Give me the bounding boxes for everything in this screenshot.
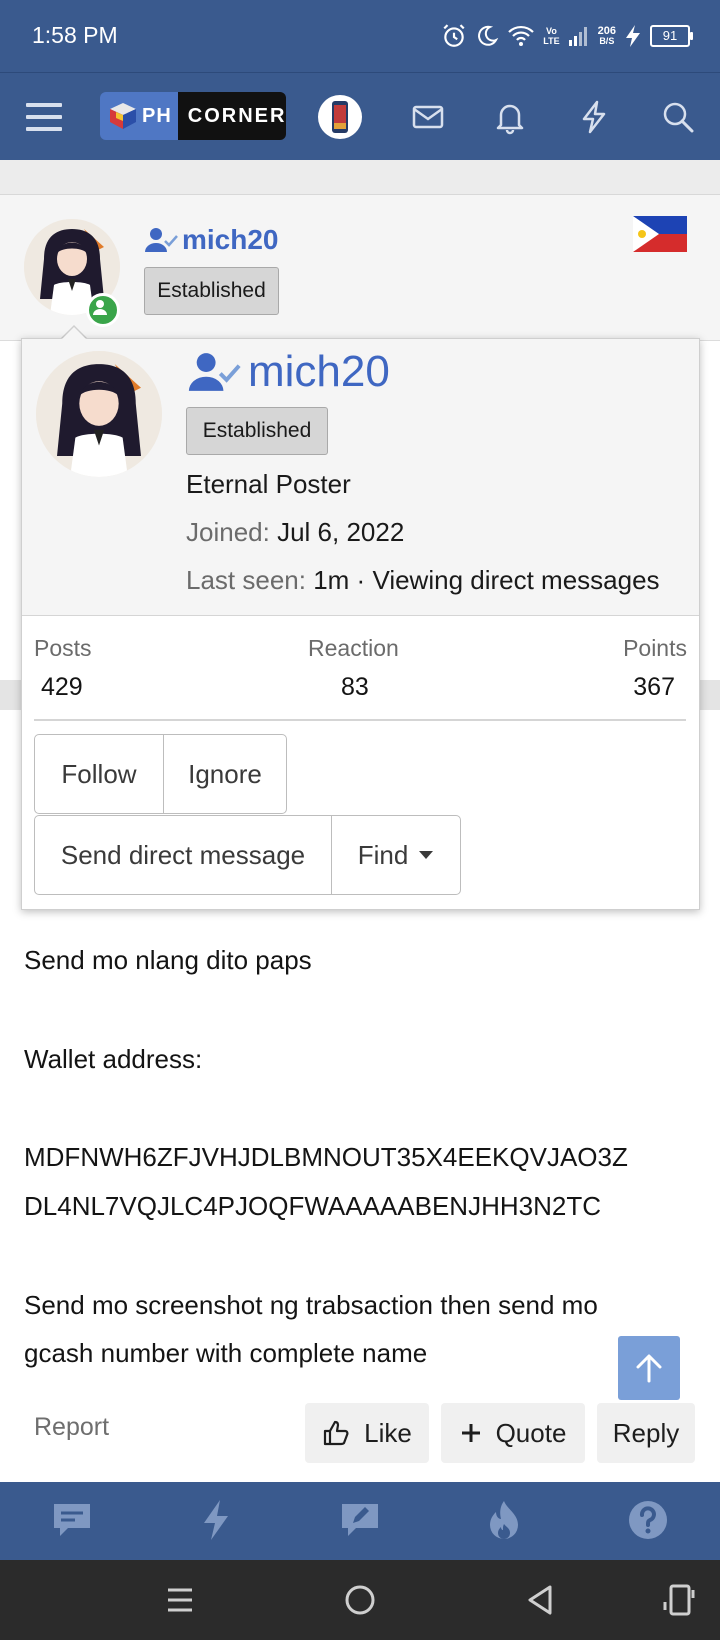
online-status-indicator xyxy=(86,293,120,327)
user-avatar[interactable] xyxy=(318,95,362,139)
signal-icon xyxy=(568,27,587,46)
logo-cube-icon xyxy=(110,103,136,129)
network-type: Vo LTE xyxy=(543,26,560,46)
tooltip-header: mich20 Established Eternal Poster Joined… xyxy=(22,339,699,616)
envelope-icon[interactable] xyxy=(410,99,446,135)
post-line-2: Wallet address: xyxy=(24,1044,203,1074)
find-label: Find xyxy=(357,839,409,870)
points-label: Points xyxy=(623,635,687,661)
reply-button[interactable]: Reply xyxy=(597,1403,695,1463)
tooltip-avatar[interactable] xyxy=(36,351,162,477)
back-icon[interactable] xyxy=(520,1580,560,1620)
points-value[interactable]: 367 xyxy=(633,673,675,702)
bell-icon[interactable] xyxy=(492,99,528,135)
status-icons: Vo LTE 206 B/S 91 xyxy=(441,20,693,52)
last-seen-info: Last seen: 1m · Viewing direct messages xyxy=(186,565,660,596)
tooltip-username-link[interactable]: mich20 xyxy=(186,347,390,397)
quote-button[interactable]: Quote xyxy=(441,1403,585,1463)
moon-icon xyxy=(478,25,499,46)
online-user-icon xyxy=(93,300,107,315)
android-navigation-bar xyxy=(0,1560,720,1640)
wifi-icon xyxy=(508,25,535,46)
member-tooltip: mich20 Established Eternal Poster Joined… xyxy=(21,338,700,910)
arrow-up-icon xyxy=(636,1354,662,1383)
menu-icon[interactable] xyxy=(24,97,64,137)
bottom-app-bar xyxy=(0,1482,720,1560)
chat-icon[interactable] xyxy=(50,1498,94,1542)
post-line-6: gcash number with complete name xyxy=(24,1338,428,1368)
find-button[interactable]: Find xyxy=(331,815,461,895)
tooltip-arrow-inner xyxy=(61,327,87,340)
user-check-icon xyxy=(188,353,241,391)
chevron-down-icon xyxy=(419,851,434,859)
joined-label: Joined: xyxy=(186,517,270,547)
post-line-1: Send mo nlang dito paps xyxy=(24,945,312,975)
logo-left: PH xyxy=(100,92,178,140)
rotate-screen-icon[interactable] xyxy=(660,1580,700,1620)
posts-label: Posts xyxy=(34,635,92,661)
report-link[interactable]: Report xyxy=(34,1413,109,1442)
user-title: Eternal Poster xyxy=(186,469,351,499)
ignore-button[interactable]: Ignore xyxy=(163,734,287,814)
last-seen-value: 1m · Viewing direct messages xyxy=(313,565,660,595)
search-icon[interactable] xyxy=(660,99,696,135)
post-line-4: DL4NL7VQJLC4PJOQFWAAAAABENJHH3N2TC xyxy=(24,1191,601,1221)
post-username-link[interactable]: mich20 xyxy=(144,224,279,256)
question-icon[interactable] xyxy=(626,1498,670,1542)
bolt-icon[interactable] xyxy=(576,99,612,135)
bolt-icon[interactable] xyxy=(194,1498,238,1542)
like-label: Like xyxy=(364,1417,412,1448)
user-check-icon xyxy=(145,228,178,252)
charging-icon xyxy=(626,25,640,47)
data-speed: 206 B/S xyxy=(597,25,616,47)
send-direct-message-button[interactable]: Send direct message xyxy=(34,815,332,895)
plus-icon xyxy=(461,1424,480,1442)
tooltip-divider xyxy=(34,719,686,721)
section-divider xyxy=(0,160,720,195)
scroll-to-top-button[interactable] xyxy=(618,1336,680,1400)
joined-info: Joined: Jul 6, 2022 xyxy=(186,517,404,548)
post-user-badge: Established xyxy=(144,267,279,315)
site-logo[interactable]: PH CORNER xyxy=(100,92,286,140)
status-time: 1:58 PM xyxy=(32,22,118,48)
like-button[interactable]: Like xyxy=(305,1403,429,1463)
posts-value[interactable]: 429 xyxy=(41,673,83,702)
status-bar: 1:58 PM Vo LTE 206 B/S 91 xyxy=(0,0,720,72)
battery-indicator: 91 xyxy=(650,25,693,47)
post-line-5: Send mo screenshot ng trabsaction then s… xyxy=(24,1290,598,1320)
home-icon[interactable] xyxy=(340,1580,380,1620)
post-line-3: MDFNWH6ZFJVHJDLBMNOUT35X4EEKQVJAO3Z xyxy=(24,1142,628,1172)
follow-button[interactable]: Follow xyxy=(34,734,164,814)
thumbs-up-icon xyxy=(324,1420,349,1446)
tooltip-user-badge: Established xyxy=(186,407,328,455)
fire-icon[interactable] xyxy=(482,1498,526,1542)
alarm-icon xyxy=(443,24,465,47)
recent-apps-icon[interactable] xyxy=(160,1580,200,1620)
last-seen-label: Last seen: xyxy=(186,565,306,595)
reaction-label: Reaction xyxy=(308,635,399,661)
logo-right: CORNER xyxy=(177,92,286,140)
joined-value: Jul 6, 2022 xyxy=(277,517,405,547)
reaction-value: 83 xyxy=(341,673,369,701)
quote-label: Quote xyxy=(495,1417,567,1448)
philippines-flag-icon xyxy=(633,216,687,252)
app-header: PH CORNER xyxy=(0,72,720,161)
edit-icon[interactable] xyxy=(338,1498,382,1542)
